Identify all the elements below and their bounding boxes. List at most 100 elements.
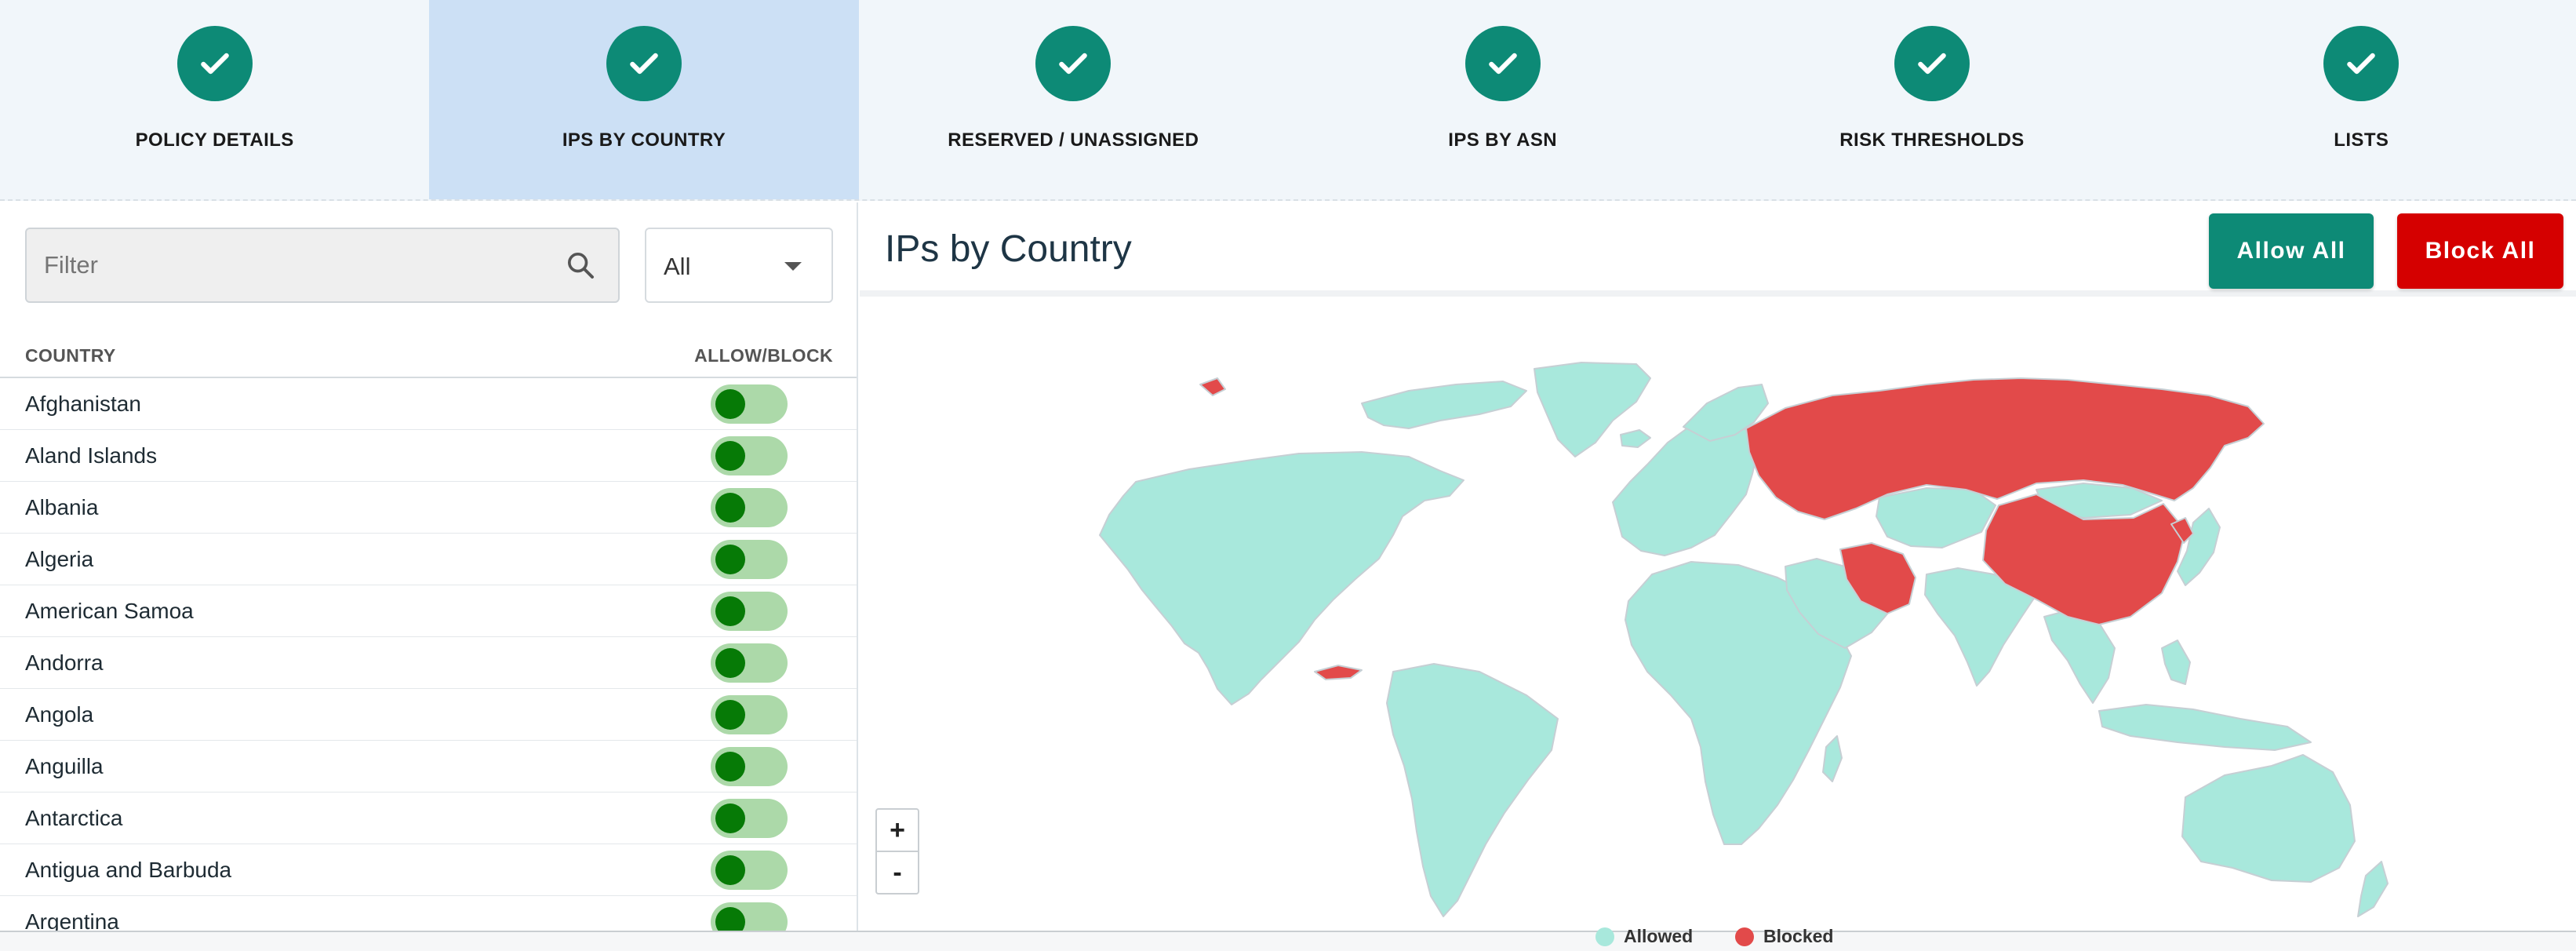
toggle-knob bbox=[715, 803, 745, 833]
country-name: Angola bbox=[25, 702, 94, 727]
map-region-russia[interactable] bbox=[1745, 377, 2265, 520]
country-name: Antigua and Barbuda bbox=[25, 858, 232, 882]
step-label: POLICY DETAILS bbox=[135, 129, 294, 151]
map-region-arctic-islands[interactable] bbox=[1361, 381, 1527, 429]
check-icon bbox=[1918, 53, 1946, 75]
step-policy-details[interactable]: POLICY DETAILS bbox=[0, 0, 429, 199]
table-row: Angola bbox=[0, 689, 857, 741]
legend-dot-blocked bbox=[1735, 927, 1754, 946]
country-name: Aland Islands bbox=[25, 443, 158, 468]
country-name: Albania bbox=[25, 495, 99, 519]
search-icon[interactable] bbox=[565, 250, 596, 281]
step-ips-by-asn[interactable]: IPS BY ASN bbox=[1288, 0, 1717, 199]
table-row: Algeria bbox=[0, 534, 857, 585]
toggle-knob bbox=[715, 545, 745, 574]
allow-block-toggle[interactable] bbox=[711, 436, 788, 476]
allow-block-toggle[interactable] bbox=[711, 695, 788, 734]
filter-input[interactable] bbox=[27, 229, 544, 301]
toggle-knob bbox=[715, 700, 745, 730]
allow-block-toggle[interactable] bbox=[711, 592, 788, 631]
table-row: Antigua and Barbuda bbox=[0, 844, 857, 896]
toggle-knob bbox=[715, 855, 745, 885]
allow-block-toggle[interactable] bbox=[711, 488, 788, 527]
check-icon bbox=[2347, 53, 2376, 75]
panel-title: IPs by Country bbox=[885, 228, 1132, 270]
country-list-panel: All COUNTRY ALLOW/BLOCK Afghanistan Alan… bbox=[0, 202, 858, 931]
map-panel-header: IPs by Country Allow All Block All bbox=[860, 202, 2576, 297]
step-label: RESERVED / UNASSIGNED bbox=[948, 129, 1199, 151]
toggle-knob bbox=[715, 389, 745, 419]
step-label: LISTS bbox=[2334, 129, 2389, 151]
step-label: IPS BY COUNTRY bbox=[562, 129, 726, 151]
table-row: Afghanistan bbox=[0, 378, 857, 430]
allow-block-toggle[interactable] bbox=[711, 851, 788, 890]
step-label: RISK THRESHOLDS bbox=[1839, 129, 2025, 151]
table-row: Andorra bbox=[0, 637, 857, 689]
map-region-indonesia[interactable] bbox=[2098, 704, 2312, 751]
map-region-madagascar[interactable] bbox=[1822, 735, 1843, 782]
map-region-australia[interactable] bbox=[2181, 754, 2356, 883]
toggle-knob bbox=[715, 596, 745, 626]
allow-block-toggle[interactable] bbox=[711, 540, 788, 579]
select-value: All bbox=[664, 253, 691, 280]
step-ips-by-country[interactable]: IPS BY COUNTRY bbox=[429, 0, 859, 199]
map-region-cuba[interactable] bbox=[1314, 665, 1363, 680]
allow-all-button[interactable]: Allow All bbox=[2209, 213, 2374, 289]
check-icon bbox=[630, 53, 658, 75]
step-lists[interactable]: LISTS bbox=[2147, 0, 2576, 199]
map-region-philippines[interactable] bbox=[2161, 639, 2191, 685]
map-region-north-america[interactable] bbox=[1099, 451, 1464, 705]
country-name: Algeria bbox=[25, 547, 94, 571]
step-completed-badge bbox=[2323, 26, 2400, 101]
step-label: IPS BY ASN bbox=[1448, 129, 1557, 151]
caret-down-icon bbox=[784, 262, 802, 271]
table-row: Albania bbox=[0, 482, 857, 534]
check-icon bbox=[1488, 53, 1517, 75]
country-table-body: Afghanistan Aland Islands Albania Algeri… bbox=[0, 378, 857, 931]
page-footer bbox=[0, 931, 2576, 951]
map-region-south-america[interactable] bbox=[1386, 663, 1559, 917]
step-completed-badge bbox=[176, 26, 253, 101]
table-header: COUNTRY ALLOW/BLOCK bbox=[0, 337, 857, 378]
step-risk-thresholds[interactable]: RISK THRESHOLDS bbox=[1717, 0, 2146, 199]
step-completed-badge bbox=[1035, 26, 1112, 101]
allow-block-toggle[interactable] bbox=[711, 747, 788, 786]
toggle-knob bbox=[715, 907, 745, 931]
allow-block-toggle[interactable] bbox=[711, 643, 788, 683]
table-row: Argentina bbox=[0, 896, 857, 931]
legend-blocked: Blocked bbox=[1735, 926, 1833, 947]
country-name: Argentina bbox=[25, 909, 119, 931]
table-row: Antarctica bbox=[0, 792, 857, 844]
zoom-in-button[interactable]: + bbox=[875, 808, 919, 852]
allow-block-toggle[interactable] bbox=[711, 799, 788, 838]
zoom-out-button[interactable]: - bbox=[875, 851, 919, 895]
map-region-central-asia[interactable] bbox=[1876, 487, 1996, 548]
map-region-iceland[interactable] bbox=[1620, 429, 1651, 448]
table-row: American Samoa bbox=[0, 585, 857, 637]
table-row: Aland Islands bbox=[0, 430, 857, 482]
country-name: Anguilla bbox=[25, 754, 104, 778]
toggle-knob bbox=[715, 648, 745, 678]
country-name: American Samoa bbox=[25, 599, 194, 623]
check-icon bbox=[1059, 53, 1088, 75]
step-completed-badge bbox=[606, 26, 682, 101]
stepper: POLICY DETAILS IPS BY COUNTRY RESERVED /… bbox=[0, 0, 2576, 201]
legend-label: Allowed bbox=[1624, 926, 1694, 946]
map-region-new-zealand[interactable] bbox=[2357, 861, 2389, 917]
legend-label: Blocked bbox=[1763, 926, 1834, 946]
legend-allowed: Allowed bbox=[1595, 926, 1693, 947]
allow-block-filter-select[interactable]: All bbox=[645, 228, 833, 303]
column-header-country: COUNTRY bbox=[25, 345, 116, 366]
step-completed-badge bbox=[1894, 26, 1970, 101]
country-name: Afghanistan bbox=[25, 392, 141, 416]
table-row: Anguilla bbox=[0, 741, 857, 792]
block-all-button[interactable]: Block All bbox=[2397, 213, 2563, 289]
map-region-blocked-far-east[interactable] bbox=[1199, 377, 1226, 396]
filter-box bbox=[25, 228, 620, 303]
allow-block-toggle[interactable] bbox=[711, 384, 788, 424]
toggle-knob bbox=[715, 493, 745, 523]
step-reserved-unassigned[interactable]: RESERVED / UNASSIGNED bbox=[859, 0, 1288, 199]
world-map[interactable] bbox=[860, 303, 2576, 931]
country-name: Andorra bbox=[25, 650, 104, 675]
allow-block-toggle[interactable] bbox=[711, 902, 788, 931]
